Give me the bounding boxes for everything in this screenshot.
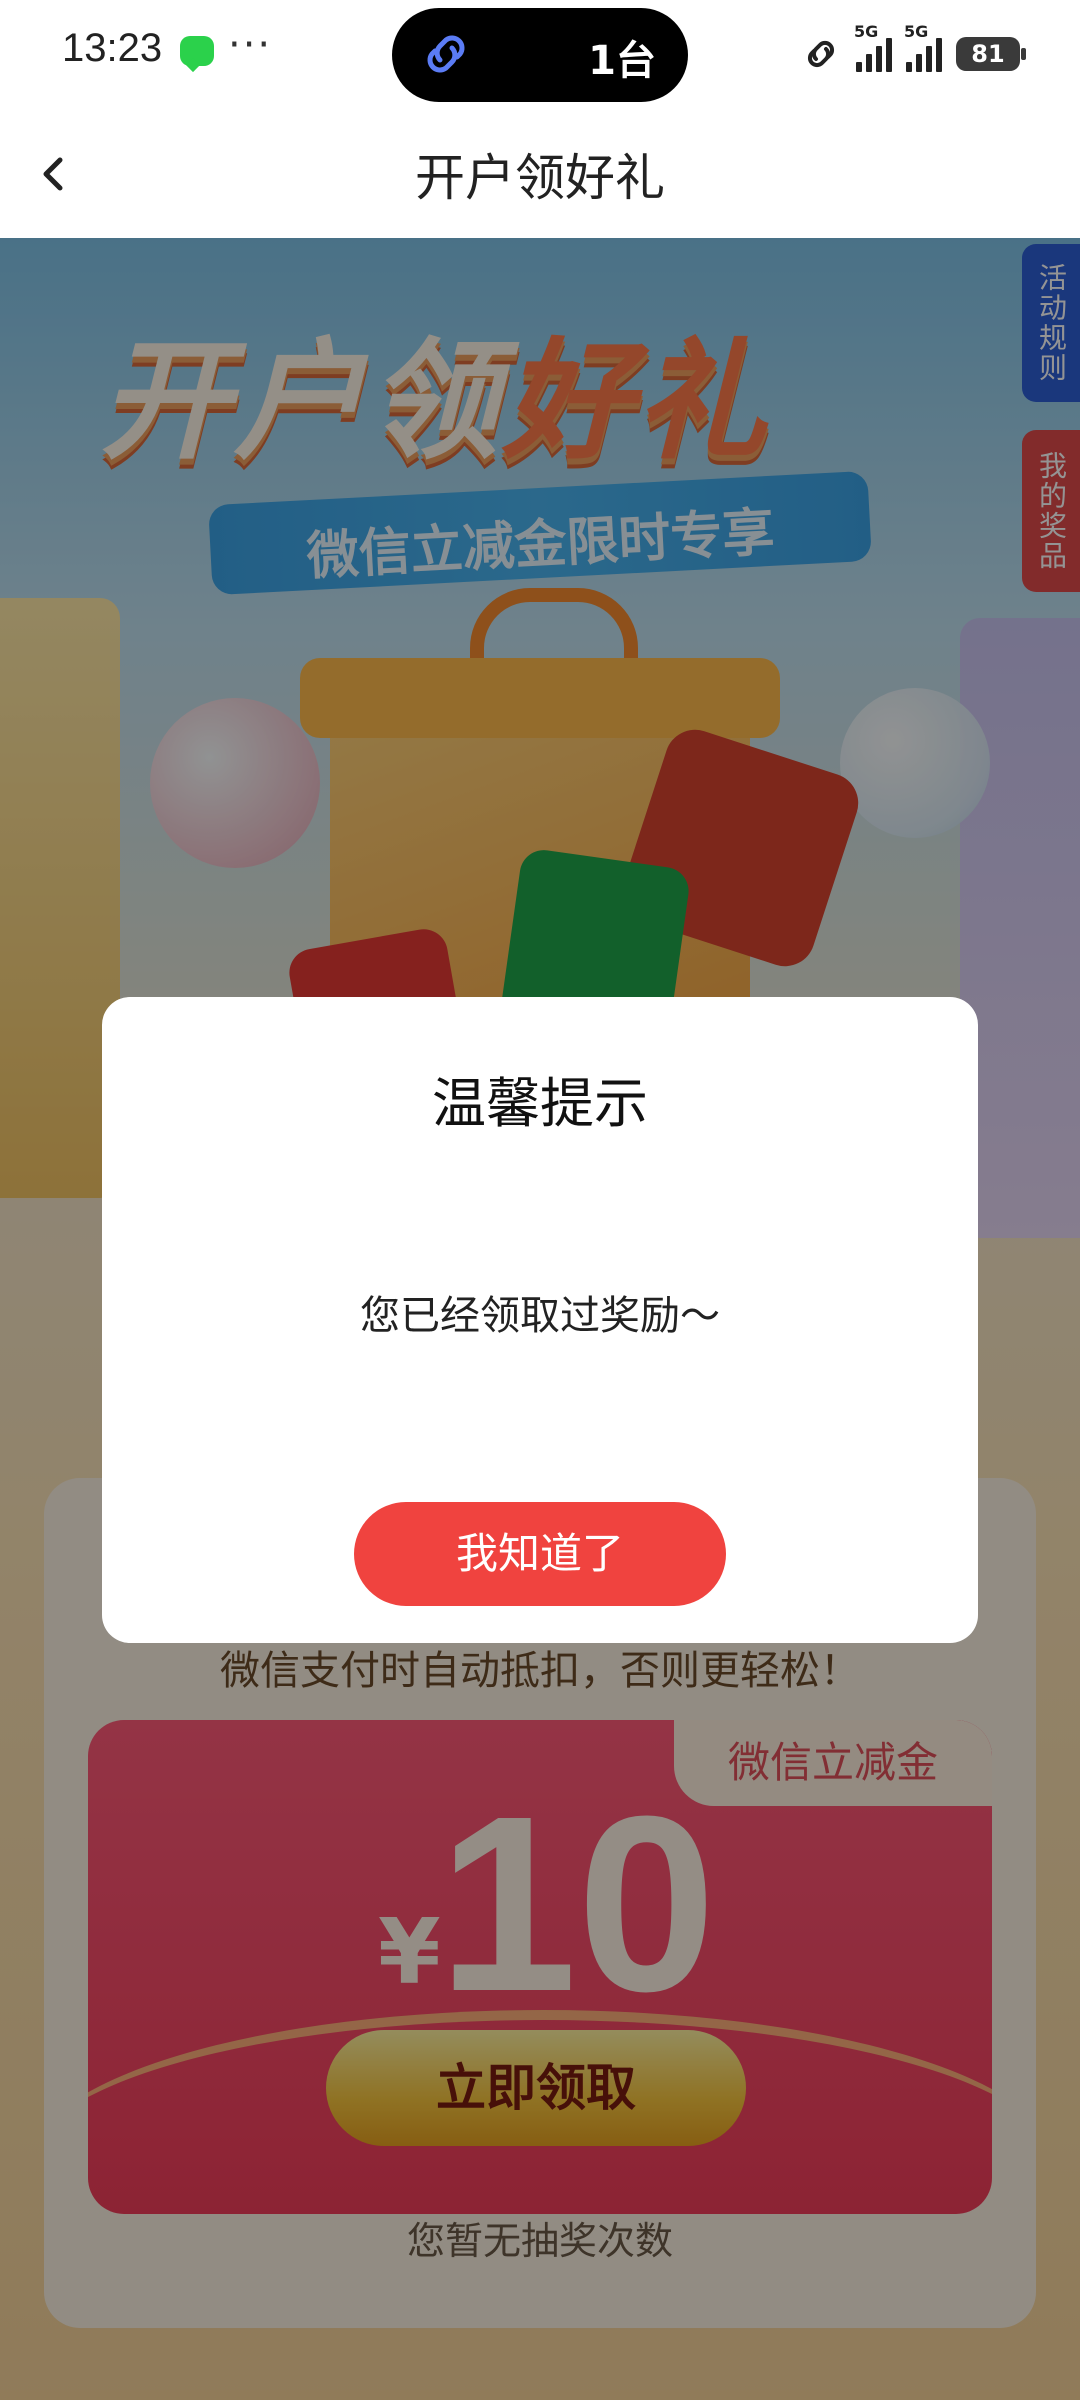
link-status-icon [807,40,835,68]
tip-dialog: 温馨提示 您已经领取过奖励～ 我知道了 [102,997,978,1643]
island-label: 1台 [588,38,656,84]
system-icons: 5G 5G 81 [802,22,1026,82]
signal-icon-1: 5G [854,22,892,72]
status-bar: 13:23 ··· 1台 5G 5G 81 [0,0,1080,110]
page-title: 开户领好礼 [415,149,665,207]
dialog-title: 温馨提示 [432,1072,648,1135]
signal-icon-2: 5G [904,22,942,72]
message-icon [180,36,214,66]
dynamic-island[interactable]: 1台 [392,8,688,102]
signal-1-label: 5G [854,22,879,41]
battery-icon: 81 [956,37,1026,71]
more-notifications-icon: ··· [228,22,273,68]
nav-bar: 开户领好礼 [0,110,1080,238]
got-it-button[interactable]: 我知道了 [354,1502,726,1606]
link-icon [427,35,465,73]
signal-2-label: 5G [904,22,929,41]
dialog-message: 您已经领取过奖励～ [360,1293,720,1339]
status-time: 13:23 [62,26,163,70]
